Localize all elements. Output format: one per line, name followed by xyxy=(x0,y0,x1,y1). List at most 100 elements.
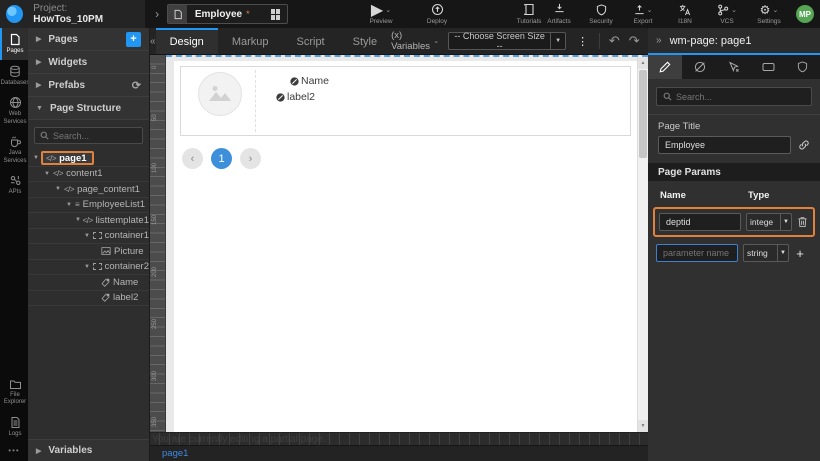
page-code-icon: </> xyxy=(46,154,56,163)
breadcrumb-page1[interactable]: page1 xyxy=(162,448,188,459)
tab-security[interactable] xyxy=(786,55,820,79)
page-selector[interactable]: Employee * xyxy=(167,4,288,24)
tab-style[interactable]: Style xyxy=(339,28,391,54)
properties-search-input[interactable] xyxy=(676,92,805,102)
screen-size-dropdown[interactable]: -- Choose Screen Size -- ▼ xyxy=(448,32,566,50)
tab-script[interactable]: Script xyxy=(283,28,339,54)
grid-icon[interactable] xyxy=(271,9,280,20)
export-button[interactable]: ⌄ Export xyxy=(628,3,658,25)
artifacts-button[interactable]: Artifacts xyxy=(544,3,574,25)
security-button[interactable]: Security xyxy=(586,3,616,25)
logs-icon xyxy=(10,416,21,429)
label2-widget[interactable]: label2 xyxy=(276,91,619,103)
new-param-name-input[interactable] xyxy=(656,244,738,262)
page-title-input[interactable] xyxy=(658,136,791,154)
page-params-header: Page Params xyxy=(648,163,820,181)
add-param-icon[interactable]: + xyxy=(794,246,806,261)
shield-outline-icon xyxy=(797,61,808,73)
tree-node-container2[interactable]: ▼ container2 xyxy=(28,260,149,276)
preview-button[interactable]: ▶⌄ Preview xyxy=(366,3,396,25)
tab-markup[interactable]: Markup xyxy=(218,28,283,54)
i18n-button[interactable]: I18N xyxy=(670,3,700,25)
tree-node-label2[interactable]: label2 xyxy=(28,291,149,307)
partial-page-note: You are currently editing a partial page… xyxy=(152,434,326,445)
caret-right-icon: ▶ xyxy=(36,447,41,455)
tab-device[interactable] xyxy=(751,55,785,79)
list-widget[interactable]: Name label2 xyxy=(180,66,631,136)
structure-search[interactable] xyxy=(34,127,143,144)
settings-button[interactable]: ⚙⌄ Settings xyxy=(754,3,784,25)
tab-events[interactable] xyxy=(717,55,751,79)
section-prefabs[interactable]: ▶ Prefabs ⟳ xyxy=(28,74,149,97)
tree-node-container1[interactable]: ▼ container1 xyxy=(28,229,149,245)
pagination-page-1[interactable]: 1 xyxy=(211,148,232,169)
redo-icon[interactable]: ↷ xyxy=(629,33,640,49)
tree-node-page1[interactable]: ▼ </> page1 xyxy=(28,151,149,167)
structure-search-input[interactable] xyxy=(53,131,137,141)
tree-node-employeelist1[interactable]: ▼ ≡ EmployeeList1 xyxy=(28,198,149,214)
security-shield-icon xyxy=(596,3,607,16)
name-widget[interactable]: Name xyxy=(290,75,619,87)
topbar-actions-left: ▶⌄ Preview Deploy Tutorials xyxy=(366,3,544,25)
design-canvas[interactable]: Name label2 ‹ 1 › xyxy=(166,55,648,432)
rail-item-pages[interactable]: Pages xyxy=(0,28,28,60)
pagination-prev-button[interactable]: ‹ xyxy=(182,148,203,169)
tab-design[interactable]: Design xyxy=(156,28,218,54)
add-page-button[interactable]: + xyxy=(126,32,141,47)
col-name: Name xyxy=(660,190,748,201)
more-options-icon[interactable]: ••• xyxy=(0,442,28,461)
properties-header: » wm-page: page1 xyxy=(648,28,820,55)
param-name-input[interactable] xyxy=(659,213,741,231)
variables-dropdown[interactable]: (x) Variables⌄ xyxy=(391,30,439,52)
bind-link-icon[interactable] xyxy=(798,139,810,151)
section-widgets[interactable]: ▶ Widgets xyxy=(28,51,149,74)
rail-item-file-explorer[interactable]: File Explorer xyxy=(0,374,28,411)
picture-placeholder-icon[interactable] xyxy=(198,72,242,116)
template-code-icon: </> xyxy=(83,216,93,225)
tutorials-button[interactable]: Tutorials xyxy=(514,3,544,25)
tab-properties[interactable] xyxy=(648,55,682,79)
properties-title: wm-page: page1 xyxy=(670,35,752,47)
user-avatar[interactable]: MP xyxy=(796,5,814,23)
palette-icon xyxy=(694,61,706,73)
rail-item-logs[interactable]: Logs xyxy=(0,411,28,443)
caret-right-icon: ▶ xyxy=(36,58,41,66)
scroll-down-icon[interactable]: ▼ xyxy=(638,420,648,432)
rail-item-java-services[interactable]: Java Services xyxy=(0,130,28,169)
content-code-icon: </> xyxy=(53,169,63,178)
tree-node-listtemplate1[interactable]: ▼ </> listtemplate1 xyxy=(28,213,149,229)
dropdown-arrow-icon: ▼ xyxy=(777,245,788,261)
collapse-right-panel-icon[interactable]: » xyxy=(656,35,662,46)
undo-icon[interactable]: ↶ xyxy=(609,33,620,49)
pagination-next-button[interactable]: › xyxy=(240,148,261,169)
scroll-up-icon[interactable]: ▲ xyxy=(638,57,648,69)
scrollbar-thumb[interactable] xyxy=(639,70,647,158)
page-preview[interactable]: Name label2 ‹ 1 › xyxy=(174,61,637,432)
modified-marker: * xyxy=(246,9,250,19)
more-actions-icon[interactable]: ⋮ xyxy=(575,35,590,48)
vcs-button[interactable]: ⌄ VCS xyxy=(712,3,742,25)
list-picture-cell[interactable] xyxy=(184,70,256,132)
tree-node-content1[interactable]: ▼ </> content1 xyxy=(28,167,149,183)
section-pages[interactable]: ▶ Pages + xyxy=(28,28,149,51)
tree-node-page-content1[interactable]: ▼ </> page_content1 xyxy=(28,182,149,198)
rail-item-web-services[interactable]: Web Services xyxy=(0,91,28,130)
delete-param-trash-icon[interactable] xyxy=(797,216,808,228)
new-param-type-select[interactable]: string ▼ xyxy=(743,244,789,262)
rail-item-apis[interactable]: APIs xyxy=(0,169,28,201)
wavemaker-logo-icon[interactable] xyxy=(6,5,23,23)
rail-item-databases[interactable]: Databases xyxy=(0,60,28,92)
caret-right-icon: ▶ xyxy=(36,81,41,89)
tree-node-name[interactable]: Name xyxy=(28,275,149,291)
param-type-select[interactable]: intege ▼ xyxy=(746,213,792,231)
deploy-button[interactable]: Deploy xyxy=(422,3,452,25)
tab-styles[interactable] xyxy=(682,55,716,79)
deploy-icon xyxy=(431,3,444,16)
properties-search[interactable] xyxy=(656,87,812,106)
section-variables[interactable]: ▶ Variables xyxy=(28,439,149,461)
section-page-structure[interactable]: ▼ Page Structure xyxy=(28,97,149,120)
top-bar: Project: HowTos_10PM › Employee * ▶⌄ Pre… xyxy=(0,0,820,28)
refresh-icon[interactable]: ⟳ xyxy=(132,79,141,92)
canvas-scrollbar[interactable]: ▲ ▼ xyxy=(637,57,648,432)
tree-node-picture[interactable]: Picture xyxy=(28,244,149,260)
